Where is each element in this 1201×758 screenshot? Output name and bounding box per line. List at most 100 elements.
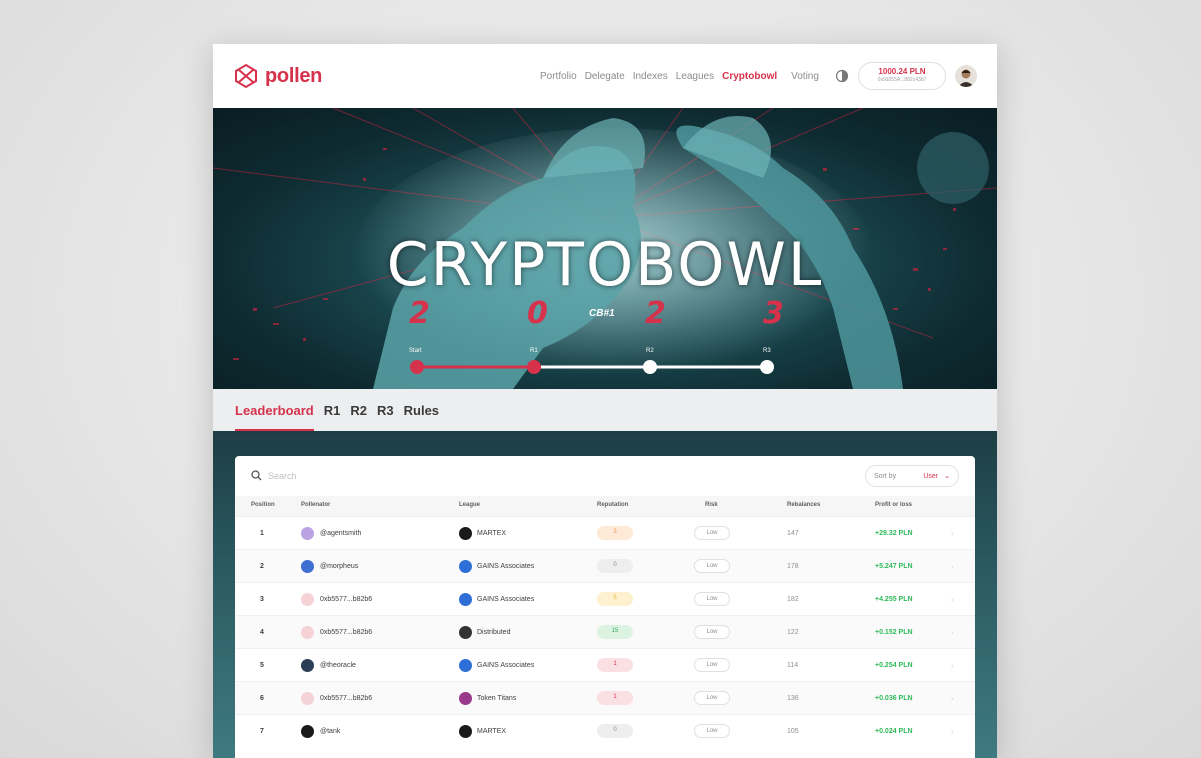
league-logo-icon [459, 527, 472, 540]
nav-link-leagues[interactable]: Leagues [676, 71, 714, 82]
league-name[interactable]: Distributed [477, 629, 510, 636]
year-digit-2: 0 [527, 296, 548, 331]
timeline-node-r1[interactable] [527, 360, 541, 374]
timeline-label-r2: R2 [646, 348, 654, 354]
tab-r1[interactable]: R1 [324, 390, 341, 431]
pollenator-name[interactable]: @tank [320, 728, 340, 735]
search-icon [251, 470, 262, 481]
reputation-badge: 1 [597, 658, 633, 672]
brand-name: pollen [265, 64, 323, 87]
chevron-down-icon: ⌄ [944, 473, 950, 480]
table-row[interactable]: 4 0xb5577...b82b6 Distributed 15 Low 122… [235, 615, 975, 648]
league-logo-icon [459, 692, 472, 705]
nav-link-cryptobowl[interactable]: Cryptobowl [722, 71, 777, 82]
search-input[interactable]: Search [251, 470, 297, 481]
nav-link-portfolio[interactable]: Portfolio [540, 71, 577, 82]
row-position: 7 [260, 728, 264, 735]
tab-leaderboard[interactable]: Leaderboard [235, 390, 314, 431]
league-logo-icon [459, 560, 472, 573]
year-digit-4: 3 [763, 296, 784, 331]
league-name[interactable]: Token Titans [477, 695, 516, 702]
hero-banner: CRYPTOBOWL 2 0 2 3 CB#1 Start R1 R2 R3 [213, 108, 997, 389]
rebalances-count: 182 [787, 596, 799, 603]
table-row[interactable]: 2 @morpheus GAINS Associates 0 Low 178 +… [235, 549, 975, 582]
pollenator-avatar [301, 659, 314, 672]
chevron-right-icon[interactable]: › [951, 595, 954, 604]
league-name[interactable]: MARTEX [477, 530, 506, 537]
table-row[interactable]: 6 0xb5577...b82b6 Token Titans 1 Low 136… [235, 681, 975, 714]
row-position: 5 [260, 662, 264, 669]
profit-loss-value: +0.024 PLN [875, 728, 913, 735]
tab-r2[interactable]: R2 [350, 390, 367, 431]
pollenator-name[interactable]: 0xb5577...b82b6 [320, 629, 372, 636]
chevron-right-icon[interactable]: › [951, 562, 954, 571]
table-row[interactable]: 1 @agentsmith MARTEX 3 Low 147 +29.32 PL… [235, 516, 975, 549]
reputation-badge: 0 [597, 559, 633, 573]
row-position: 3 [260, 596, 264, 603]
league-name[interactable]: MARTEX [477, 728, 506, 735]
col-reputation[interactable]: Reputation [597, 502, 628, 508]
table-body: 1 @agentsmith MARTEX 3 Low 147 +29.32 PL… [235, 516, 975, 758]
timeline-label-start: Start [409, 348, 422, 354]
league-logo-icon [459, 659, 472, 672]
pollenator-name[interactable]: 0xb5577...b82b6 [320, 596, 372, 603]
risk-badge: Low [694, 559, 730, 573]
theme-toggle-icon[interactable] [835, 69, 849, 83]
profit-loss-value: +5.247 PLN [875, 563, 913, 570]
table-row[interactable]: 5 @theoracle GAINS Associates 1 Low 114 … [235, 648, 975, 681]
profit-loss-value: +0.036 PLN [875, 695, 913, 702]
nav-links: Portfolio Delegate Indexes Leagues Crypt… [540, 44, 819, 108]
league-logo-icon [459, 626, 472, 639]
risk-badge: Low [694, 592, 730, 606]
chevron-right-icon[interactable]: › [951, 529, 954, 538]
user-avatar[interactable] [955, 65, 977, 87]
timeline-node-r2[interactable] [643, 360, 657, 374]
timeline-label-r1: R1 [530, 348, 538, 354]
pollenator-name[interactable]: @morpheus [320, 563, 358, 570]
timeline-node-r3[interactable] [760, 360, 774, 374]
sort-label: Sort by [874, 472, 897, 480]
reputation-badge: 15 [597, 625, 633, 639]
risk-badge: Low [694, 691, 730, 705]
table-header: Position Pollenator League Reputation Ri… [235, 496, 975, 516]
sort-dropdown[interactable]: Sort by User ⌄ [865, 465, 959, 487]
table-row[interactable]: 7 @tank MARTEX 0 Low 105 +0.024 PLN › [235, 714, 975, 747]
col-pollenator[interactable]: Pollenator [301, 502, 330, 508]
col-profit-loss[interactable]: Profit or loss [875, 502, 912, 508]
rebalances-count: 114 [787, 662, 799, 669]
nav-link-indexes[interactable]: Indexes [633, 71, 668, 82]
table-row[interactable]: 3 0xb5577...b82b6 GAINS Associates 5 Low… [235, 582, 975, 615]
tab-rules[interactable]: Rules [404, 390, 439, 431]
league-logo-icon [459, 593, 472, 606]
chevron-right-icon[interactable]: › [951, 694, 954, 703]
wallet-balance: 1000.24 PLN [878, 67, 926, 76]
brand-logo[interactable]: pollen [233, 63, 322, 89]
chevron-right-icon[interactable]: › [951, 727, 954, 736]
leaderboard-card: Search Sort by User ⌄ Position Pollenato… [235, 456, 975, 758]
nav-link-delegate[interactable]: Delegate [585, 71, 625, 82]
timeline-label-r3: R3 [763, 348, 771, 354]
pollenator-name[interactable]: 0xb5577...b82b6 [320, 695, 372, 702]
row-position: 6 [260, 695, 264, 702]
timeline-node-start[interactable] [410, 360, 424, 374]
risk-badge: Low [694, 724, 730, 738]
league-logo-icon [459, 725, 472, 738]
tab-r3[interactable]: R3 [377, 390, 394, 431]
col-league[interactable]: League [459, 502, 480, 508]
col-position[interactable]: Position [251, 502, 275, 508]
chevron-right-icon[interactable]: › [951, 661, 954, 670]
wallet-button[interactable]: 1000.24 PLN 0x91055A...882c43b7 [858, 62, 946, 90]
league-name[interactable]: GAINS Associates [477, 563, 534, 570]
pollenator-name[interactable]: @theoracle [320, 662, 356, 669]
pollenator-avatar [301, 560, 314, 573]
chevron-right-icon[interactable]: › [951, 628, 954, 637]
league-name[interactable]: GAINS Associates [477, 596, 534, 603]
col-risk[interactable]: Risk [705, 502, 718, 508]
league-name[interactable]: GAINS Associates [477, 662, 534, 669]
year-digit-1: 2 [409, 296, 430, 331]
pollenator-name[interactable]: @agentsmith [320, 530, 361, 537]
user-avatar-icon [958, 69, 974, 87]
year-digit-3: 2 [645, 296, 666, 331]
col-rebalances[interactable]: Rebalances [787, 502, 820, 508]
nav-link-voting[interactable]: Voting [791, 71, 819, 82]
